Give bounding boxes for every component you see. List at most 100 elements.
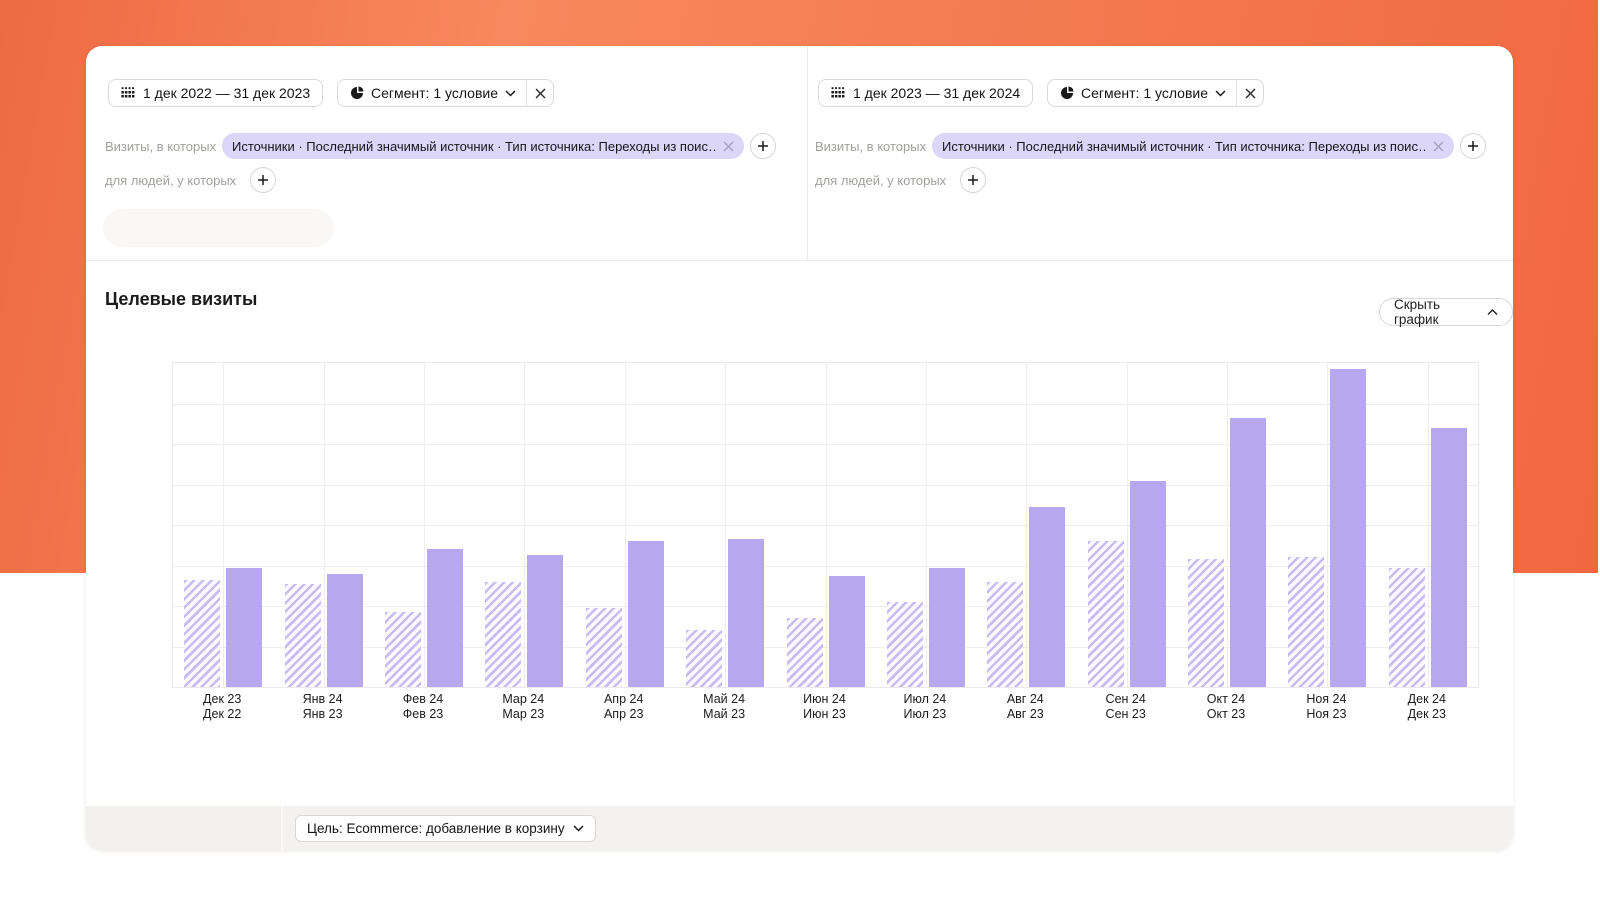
goal-selector-label: Цель: Ecommerce: добавление в корзину [307, 821, 565, 836]
x-axis-label: Дек 24Дек 23 [1377, 692, 1477, 721]
bar-hatched-Дек-23 [1389, 568, 1425, 688]
grid-vline [1327, 363, 1328, 687]
pie-chart-icon [1060, 86, 1074, 100]
panel-divider [807, 46, 808, 260]
grid-vline [725, 363, 726, 687]
plus-icon [257, 174, 269, 186]
x-axis-label: Мар 24Мар 23 [473, 692, 573, 721]
x-axis-label: Май 24Май 23 [674, 692, 774, 721]
x-axis-label: Авг 24Авг 23 [975, 692, 1075, 721]
chip-close-icon[interactable] [723, 141, 734, 152]
grid-vline [324, 363, 325, 687]
bar-hatched-Янв-23 [285, 584, 321, 687]
add-people-condition-button-a[interactable] [250, 167, 276, 193]
bar-solid-Май-24 [728, 539, 764, 687]
bar-solid-Ноя-24 [1330, 369, 1366, 687]
bar-solid-Июл-24 [929, 568, 965, 688]
x-axis-label: Окт 24Окт 23 [1176, 692, 1276, 721]
bar-hatched-Июн-23 [787, 618, 823, 687]
x-axis-label: Дек 23Дек 22 [172, 692, 272, 721]
hide-chart-button[interactable]: Скрыть график [1379, 298, 1513, 326]
bar-solid-Июн-24 [829, 576, 865, 687]
report-card: 1 дек 2022 — 31 дек 2023 Сегмент: 1 усло… [86, 46, 1513, 850]
bar-solid-Окт-24 [1230, 418, 1266, 687]
bar-hatched-Ноя-23 [1288, 557, 1324, 687]
bar-hatched-Фев-23 [385, 612, 421, 687]
date-range-picker-a[interactable]: 1 дек 2022 — 31 дек 2023 [108, 79, 323, 107]
add-visit-condition-button-b[interactable] [1460, 133, 1486, 159]
bar-hatched-Апр-23 [586, 608, 622, 687]
placeholder-ghost [103, 209, 334, 247]
grid-vline [223, 363, 224, 687]
bar-hatched-Мар-23 [485, 582, 521, 687]
page-title: Целевые визиты [105, 289, 257, 310]
date-range-label: 1 дек 2022 — 31 дек 2023 [143, 85, 310, 101]
segment-label: Сегмент: 1 условие [371, 85, 498, 101]
grid-vline [1227, 363, 1228, 687]
chevron-down-icon [573, 825, 584, 832]
people-row-label-a: для людей, у которых [105, 167, 236, 193]
close-icon [1245, 88, 1256, 99]
bar-solid-Авг-24 [1029, 507, 1065, 687]
filter-chip-label: Источники · Последний значимый источник … [942, 139, 1426, 154]
x-axis-label: Июн 24Июн 23 [775, 692, 875, 721]
grid-vline [424, 363, 425, 687]
chevron-down-icon [505, 90, 516, 97]
x-axis-label: Сен 24Сен 23 [1076, 692, 1176, 721]
x-axis-label: Фев 24Фев 23 [373, 692, 473, 721]
plus-icon [967, 174, 979, 186]
segment-remove-button-a[interactable] [526, 80, 553, 106]
add-visit-condition-button-a[interactable] [750, 133, 776, 159]
visits-row-label-b: Визиты, в которых [815, 133, 926, 159]
bar-solid-Янв-24 [327, 574, 363, 687]
calendar-grid-icon [121, 86, 135, 100]
bar-hatched-Дек-22 [184, 580, 220, 687]
footer-bar: Цель: Ecommerce: добавление в корзину [86, 806, 1513, 850]
bar-hatched-Окт-23 [1188, 559, 1224, 687]
filter-chip-a[interactable]: Источники · Последний значимый источник … [222, 133, 744, 159]
visits-row-label-a: Визиты, в которых [105, 133, 216, 159]
x-axis-label: Июл 24Июл 23 [875, 692, 975, 721]
footer-left-cell [86, 806, 281, 850]
chevron-up-icon [1487, 309, 1498, 316]
grid-vline [1026, 363, 1027, 687]
chart-x-labels: Дек 23Дек 22Янв 24Янв 23Фев 24Фев 23Мар … [172, 692, 1479, 724]
bar-hatched-Авг-23 [987, 582, 1023, 687]
filter-chip-label: Источники · Последний значимый источник … [232, 139, 716, 154]
date-range-picker-b[interactable]: 1 дек 2023 — 31 дек 2024 [818, 79, 1033, 107]
bar-hatched-Июл-23 [887, 602, 923, 687]
grid-vline [926, 363, 927, 687]
segment-button-a[interactable]: Сегмент: 1 условие [338, 80, 526, 106]
segment-control-a: Сегмент: 1 условие [337, 79, 554, 107]
bar-solid-Сен-24 [1130, 481, 1166, 688]
bar-hatched-Май-23 [686, 630, 722, 687]
bar-solid-Дек-23 [226, 568, 262, 688]
x-axis-label: Апр 24Апр 23 [574, 692, 674, 721]
section-divider [86, 260, 1513, 261]
hide-chart-label: Скрыть график [1394, 297, 1480, 327]
grid-vline [826, 363, 827, 687]
plus-icon [1467, 140, 1479, 152]
plus-icon [757, 140, 769, 152]
grid-vline [1127, 363, 1128, 687]
filter-chip-b[interactable]: Источники · Последний значимый источник … [932, 133, 1454, 159]
segment-remove-button-b[interactable] [1236, 80, 1263, 106]
bar-hatched-Сен-23 [1088, 541, 1124, 687]
x-axis-label: Ноя 24Ноя 23 [1276, 692, 1376, 721]
bar-solid-Дек-24 [1431, 428, 1467, 687]
pie-chart-icon [350, 86, 364, 100]
segment-button-b[interactable]: Сегмент: 1 условие [1048, 80, 1236, 106]
page: 1 дек 2022 — 31 дек 2023 Сегмент: 1 усло… [0, 0, 1600, 900]
chevron-down-icon [1215, 90, 1226, 97]
calendar-grid-icon [831, 86, 845, 100]
bar-solid-Мар-24 [527, 555, 563, 687]
x-axis-label: Янв 24Янв 23 [273, 692, 373, 721]
bar-solid-Апр-24 [628, 541, 664, 687]
grid-vline [1428, 363, 1429, 687]
grid-vline [625, 363, 626, 687]
goal-selector-dropdown[interactable]: Цель: Ecommerce: добавление в корзину [295, 815, 596, 842]
people-row-label-b: для людей, у которых [815, 167, 946, 193]
chip-close-icon[interactable] [1433, 141, 1444, 152]
grid-vline [524, 363, 525, 687]
add-people-condition-button-b[interactable] [960, 167, 986, 193]
